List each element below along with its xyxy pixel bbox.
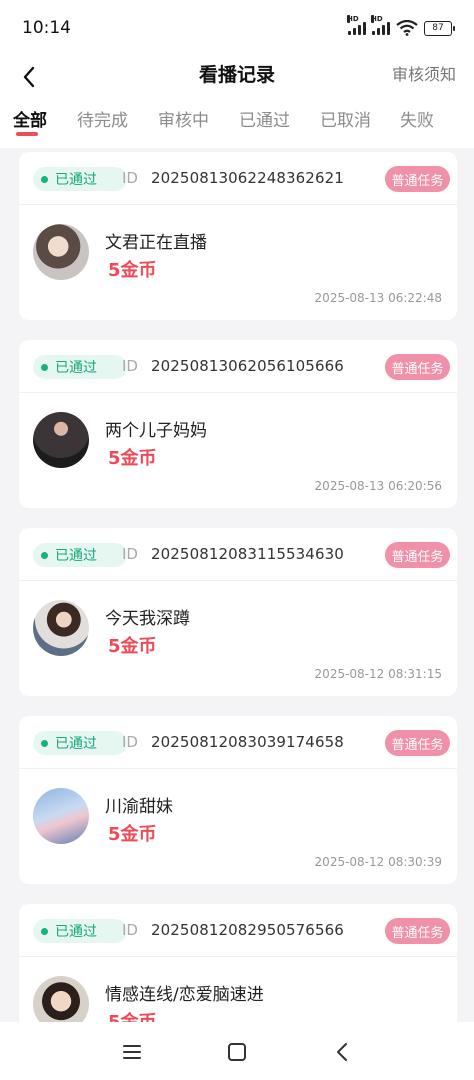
status-text: 已通过 [55, 548, 97, 564]
status-dot-icon [41, 927, 48, 935]
system-nav-bar [0, 1022, 474, 1080]
task-type-badge: 普通任务 [385, 918, 450, 944]
card-header: 已通过 ID 20250813062056105666 普通任务 [19, 340, 457, 393]
tab-reviewing[interactable]: 审核中 [158, 106, 209, 131]
active-tab-indicator [16, 132, 38, 136]
status-dot-icon [41, 175, 48, 183]
record-time: 2025-08-12 08:30:39 [314, 855, 442, 869]
review-rules-link[interactable]: 审核须知 [392, 61, 456, 85]
record-list[interactable]: 已通过 ID 20250813062248362621 普通任务 文君正在直播 … [0, 148, 474, 1022]
record-card[interactable]: 已通过 ID 20250813062056105666 普通任务 两个儿子妈妈 … [19, 340, 457, 508]
battery-icon: 87 [424, 20, 455, 36]
avatar [33, 976, 89, 1022]
tab-all[interactable]: 全部 [13, 106, 47, 131]
tab-cancelled[interactable]: 已取消 [320, 106, 371, 131]
task-type-badge: 普通任务 [385, 354, 450, 380]
record-time: 2025-08-13 06:20:56 [314, 479, 442, 493]
card-header: 已通过 ID 20250812083115534630 普通任务 [19, 528, 457, 581]
tab-approved[interactable]: 已通过 [239, 106, 290, 131]
recent-apps-button[interactable] [118, 1038, 146, 1066]
record-card[interactable]: 已通过 ID 20250813062248362621 普通任务 文君正在直播 … [19, 152, 457, 320]
chevron-left-icon [337, 1043, 347, 1061]
id-label: ID [122, 357, 138, 375]
avatar [33, 224, 89, 280]
status-dot-icon [41, 739, 48, 747]
system-back-button[interactable] [328, 1038, 356, 1066]
id-label: ID [122, 169, 138, 187]
reward-amount: 5金币 [108, 448, 157, 469]
avatar [33, 788, 89, 844]
card-header: 已通过 ID 20250812083039174658 普通任务 [19, 716, 457, 769]
card-header: 已通过 ID 20250813062248362621 普通任务 [19, 152, 457, 205]
status-icons: HD HD 87 [347, 15, 455, 36]
reward-amount: 5金币 [108, 260, 157, 281]
status-text: 已通过 [55, 360, 97, 376]
record-time: 2025-08-12 08:31:15 [314, 667, 442, 681]
id-label: ID [122, 921, 138, 939]
record-id: 20250812082950576566 [151, 921, 344, 939]
home-button[interactable] [223, 1038, 251, 1066]
task-type-badge: 普通任务 [385, 730, 450, 756]
hd-label-2: HD [371, 15, 383, 23]
tab-failed[interactable]: 失败 [400, 106, 434, 131]
record-time: 2025-08-13 06:22:48 [314, 291, 442, 305]
status-badge: 已通过 [33, 543, 127, 567]
status-bar: 10:14 HD HD 87 [0, 0, 474, 58]
status-time: 10:14 [22, 18, 71, 38]
reward-amount: 5金币 [108, 636, 157, 657]
page-header: 看播记录 审核须知 [0, 58, 474, 98]
id-label: ID [122, 545, 138, 563]
streamer-name: 今天我深蹲 [105, 609, 190, 629]
status-badge: 已通过 [33, 355, 127, 379]
status-dot-icon [41, 363, 48, 371]
record-id: 20250813062056105666 [151, 357, 344, 375]
card-header: 已通过 ID 20250812082950576566 普通任务 [19, 904, 457, 957]
id-label: ID [122, 733, 138, 751]
status-text: 已通过 [55, 736, 97, 752]
tab-pending[interactable]: 待完成 [77, 106, 128, 131]
streamer-name: 文君正在直播 [105, 233, 207, 253]
record-id: 20250812083039174658 [151, 733, 344, 751]
reward-amount: 5金币 [108, 824, 157, 845]
streamer-name: 情感连线/恋爱脑速进 [105, 985, 264, 1005]
task-type-badge: 普通任务 [385, 542, 450, 568]
status-badge: 已通过 [33, 731, 127, 755]
status-tabs: 全部 待完成 审核中 已通过 已取消 失败 [0, 98, 474, 148]
avatar [33, 412, 89, 468]
status-text: 已通过 [55, 924, 97, 940]
menu-icon [123, 1045, 141, 1059]
cell-signal-icon: HD [347, 15, 366, 35]
reward-amount: 5金币 [108, 1008, 157, 1022]
wifi-icon [396, 20, 418, 36]
record-id: 20250813062248362621 [151, 169, 344, 187]
streamer-name: 川渝甜妹 [105, 797, 173, 817]
status-badge: 已通过 [33, 167, 127, 191]
avatar [33, 600, 89, 656]
square-icon [228, 1043, 246, 1061]
record-card[interactable]: 已通过 ID 20250812083115534630 普通任务 今天我深蹲 5… [19, 528, 457, 696]
record-id: 20250812083115534630 [151, 545, 344, 563]
hd-label: HD [347, 15, 359, 23]
status-text: 已通过 [55, 172, 97, 188]
status-badge: 已通过 [33, 919, 127, 943]
record-card[interactable]: 已通过 ID 20250812083039174658 普通任务 川渝甜妹 5金… [19, 716, 457, 884]
status-dot-icon [41, 551, 48, 559]
record-card[interactable]: 已通过 ID 20250812082950576566 普通任务 情感连线/恋爱… [19, 904, 457, 1022]
cell-signal-icon-2: HD [371, 15, 390, 35]
task-type-badge: 普通任务 [385, 166, 450, 192]
streamer-name: 两个儿子妈妈 [105, 421, 207, 441]
